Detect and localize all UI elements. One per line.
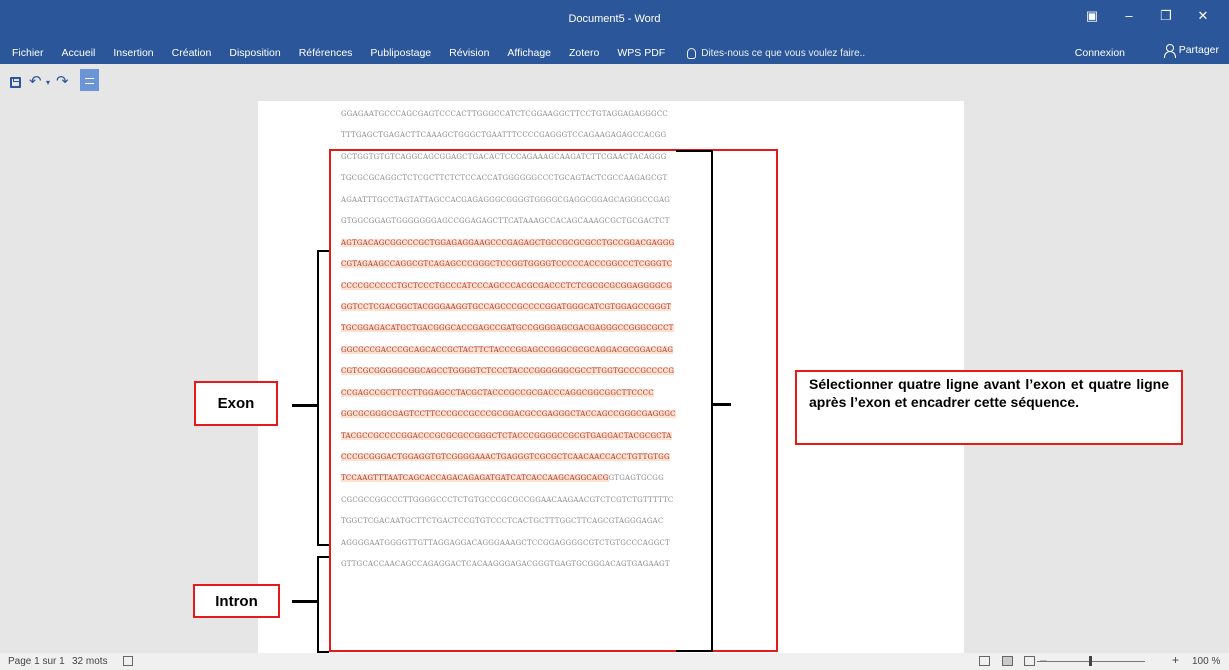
tab-creation[interactable]: Création <box>172 47 212 59</box>
exon-connector <box>292 404 317 407</box>
word-count[interactable]: 32 mots <box>72 656 108 667</box>
intron-label: Intron <box>193 584 280 618</box>
tab-publipostage[interactable]: Publipostage <box>370 47 431 59</box>
zoom-out-icon[interactable]: – <box>1040 653 1047 667</box>
tell-me-text: Dites-nous ce que vous voulez faire.. <box>701 47 866 59</box>
intron-connector <box>292 600 317 603</box>
zoom-slider-thumb[interactable] <box>1089 656 1092 666</box>
tab-zotero[interactable]: Zotero <box>569 47 599 59</box>
undo-icon[interactable]: ↶ <box>29 72 42 90</box>
status-bar: Page 1 sur 1 32 mots – + 100 % <box>0 653 1229 670</box>
save-icon[interactable] <box>10 77 21 88</box>
tab-revision[interactable]: Révision <box>449 47 489 59</box>
undo-dropdown-icon[interactable]: ▾ <box>46 78 50 87</box>
minimize-button[interactable]: – <box>1116 7 1142 25</box>
tab-accueil[interactable]: Accueil <box>62 47 96 59</box>
lightbulb-icon <box>687 47 697 59</box>
read-mode-icon[interactable] <box>979 656 990 666</box>
redo-icon[interactable]: ↷ <box>56 72 69 90</box>
tell-me-search[interactable]: Dites-nous ce que vous voulez faire.. <box>687 47 866 59</box>
quick-access-toolbar: ↶ ▾ ↷ <box>0 64 1229 100</box>
tab-insertion[interactable]: Insertion <box>113 47 153 59</box>
right-connector <box>711 403 731 406</box>
exon-bracket <box>317 250 329 546</box>
sequence-line[interactable]: TTTGAGCTGAGACTTCAAAGCTGGGCTGAATTTCCCCGAG… <box>341 125 713 146</box>
print-layout-icon[interactable] <box>1002 656 1013 666</box>
zoom-in-icon[interactable]: + <box>1172 653 1179 667</box>
share-button[interactable]: Partager <box>1163 44 1219 58</box>
proofing-icon[interactable] <box>123 656 133 666</box>
exon-label: Exon <box>194 381 278 426</box>
person-icon <box>1163 44 1176 58</box>
title-bar: Document5 - Word ▣ – ❐ ✕ Fichier Accueil… <box>0 0 1229 64</box>
instruction-box: Sélectionner quatre ligne avant l’exon e… <box>795 370 1183 445</box>
tab-wps-pdf[interactable]: WPS PDF <box>617 47 665 59</box>
sequence-line[interactable]: GGAGAATGCCCAGCGAGTCCCACTTGGGCCATCTCGGAAG… <box>341 104 713 125</box>
tab-disposition[interactable]: Disposition <box>229 47 280 59</box>
ribbon-display-options-icon[interactable]: ▣ <box>1079 7 1105 25</box>
ribbon-tabs: Fichier Accueil Insertion Création Dispo… <box>0 44 865 62</box>
close-button[interactable]: ✕ <box>1190 7 1216 25</box>
tab-affichage[interactable]: Affichage <box>507 47 551 59</box>
tab-references[interactable]: Références <box>299 47 353 59</box>
zoom-level[interactable]: 100 % <box>1192 656 1220 667</box>
restore-button[interactable]: ❐ <box>1153 7 1179 25</box>
share-label: Partager <box>1178 44 1219 56</box>
intron-bracket <box>317 556 329 653</box>
web-layout-icon[interactable] <box>1024 656 1035 666</box>
touch-mode-icon[interactable] <box>80 69 99 91</box>
sign-in-link[interactable]: Connexion <box>1075 47 1125 59</box>
page-count[interactable]: Page 1 sur 1 <box>8 656 65 667</box>
window-title: Document5 - Word <box>568 13 661 25</box>
tab-fichier[interactable]: Fichier <box>12 47 44 59</box>
right-bracket <box>676 150 713 652</box>
